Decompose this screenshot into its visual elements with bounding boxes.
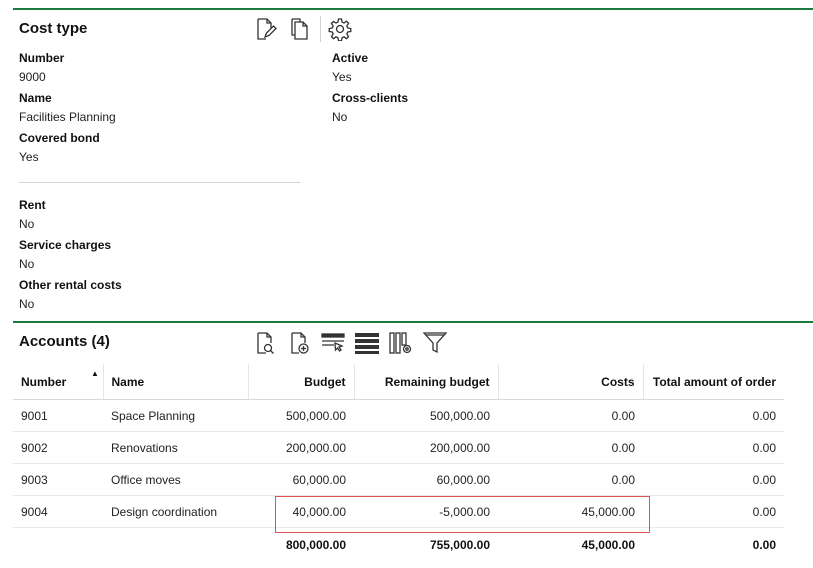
cell-number: 9002 [13, 431, 103, 464]
column-header-label: Name [111, 374, 145, 389]
covered-bond-label: Covered bond [19, 131, 100, 145]
search-document-icon[interactable] [252, 330, 278, 356]
table-row[interactable]: 9003 Office moves 60,000.00 60,000.00 0.… [13, 463, 784, 496]
totals-empty-cell [13, 527, 103, 561]
service-charges-value: No [19, 257, 35, 271]
column-header-label: Total amount of order [652, 374, 776, 389]
cell-remaining-budget: 60,000.00 [354, 463, 498, 496]
column-header-label: Number [21, 374, 67, 389]
rent-value: No [19, 217, 35, 231]
column-header-number[interactable]: Number ▲ [13, 364, 104, 400]
accounts-toolbar [252, 330, 456, 356]
service-charges-label: Service charges [19, 238, 112, 252]
column-header-budget[interactable]: Budget [248, 364, 355, 400]
number-label: Number [19, 51, 65, 65]
active-value: Yes [332, 70, 352, 84]
cell-name: Design coordination [103, 495, 248, 528]
cell-budget: 40,000.00 [248, 495, 354, 528]
other-rental-costs-value: No [19, 297, 35, 311]
cell-total-amount-of-order: 0.00 [643, 399, 784, 432]
column-settings-icon[interactable] [388, 330, 414, 356]
copy-document-icon[interactable] [286, 16, 312, 42]
column-header-label: Costs [601, 374, 635, 389]
number-value: 9000 [19, 70, 46, 84]
column-header-label: Budget [304, 374, 346, 389]
column-header-name[interactable]: Name [103, 364, 249, 400]
totals-empty-cell [103, 527, 248, 561]
accounts-title: Accounts (4) [19, 333, 110, 350]
cell-costs: 0.00 [498, 431, 643, 464]
row-select-icon[interactable] [320, 330, 346, 356]
table-row[interactable]: 9002 Renovations 200,000.00 200,000.00 0… [13, 431, 784, 464]
cell-remaining-budget: -5,000.00 [354, 495, 498, 528]
total-remaining-budget: 755,000.00 [354, 527, 498, 561]
list-view-icon[interactable] [354, 330, 380, 356]
cell-budget: 500,000.00 [248, 399, 354, 432]
total-amount-of-order: 0.00 [643, 527, 784, 561]
table-row[interactable]: 9004 Design coordination 40,000.00 -5,00… [13, 495, 784, 528]
column-header-total-amount-of-order[interactable]: Total amount of order [643, 364, 784, 400]
cost-type-section-rule [13, 8, 813, 10]
cell-total-amount-of-order: 0.00 [643, 463, 784, 496]
cell-number: 9001 [13, 399, 103, 432]
cell-number: 9004 [13, 495, 103, 528]
table-row[interactable]: 9001 Space Planning 500,000.00 500,000.0… [13, 399, 784, 432]
total-costs: 45,000.00 [498, 527, 643, 561]
cell-remaining-budget: 500,000.00 [354, 399, 498, 432]
column-header-label: Remaining budget [384, 374, 490, 389]
edit-document-icon[interactable] [252, 16, 278, 42]
settings-gear-icon[interactable] [327, 16, 353, 42]
cell-costs: 45,000.00 [498, 495, 643, 528]
toolbar-separator [320, 16, 321, 42]
accounts-table: Number ▲ Name Budget Remaining budget Co… [13, 364, 784, 561]
total-budget: 800,000.00 [248, 527, 354, 561]
section-divider [19, 182, 300, 183]
name-label: Name [19, 91, 52, 105]
cell-budget: 200,000.00 [248, 431, 354, 464]
accounts-section-rule [13, 321, 813, 323]
table-header-row: Number ▲ Name Budget Remaining budget Co… [13, 364, 784, 400]
column-header-remaining-budget[interactable]: Remaining budget [354, 364, 499, 400]
covered-bond-value: Yes [19, 150, 39, 164]
cell-costs: 0.00 [498, 463, 643, 496]
cell-total-amount-of-order: 0.00 [643, 495, 784, 528]
filter-icon[interactable] [422, 330, 448, 356]
add-document-icon[interactable] [286, 330, 312, 356]
rent-label: Rent [19, 198, 46, 212]
cell-budget: 60,000.00 [248, 463, 354, 496]
column-header-costs[interactable]: Costs [498, 364, 644, 400]
name-value: Facilities Planning [19, 110, 116, 124]
cell-remaining-budget: 200,000.00 [354, 431, 498, 464]
sort-ascending-icon: ▲ [91, 369, 99, 378]
cost-type-toolbar [252, 16, 361, 42]
cross-clients-label: Cross-clients [332, 91, 409, 105]
other-rental-costs-label: Other rental costs [19, 278, 122, 292]
cost-type-title: Cost type [19, 20, 88, 37]
active-label: Active [332, 51, 369, 65]
cell-name: Office moves [103, 463, 248, 496]
cross-clients-value: No [332, 110, 348, 124]
cell-total-amount-of-order: 0.00 [643, 431, 784, 464]
cell-costs: 0.00 [498, 399, 643, 432]
totals-row: 800,000.00 755,000.00 45,000.00 0.00 [13, 527, 784, 561]
cell-name: Renovations [103, 431, 248, 464]
cell-name: Space Planning [103, 399, 248, 432]
cell-number: 9003 [13, 463, 103, 496]
